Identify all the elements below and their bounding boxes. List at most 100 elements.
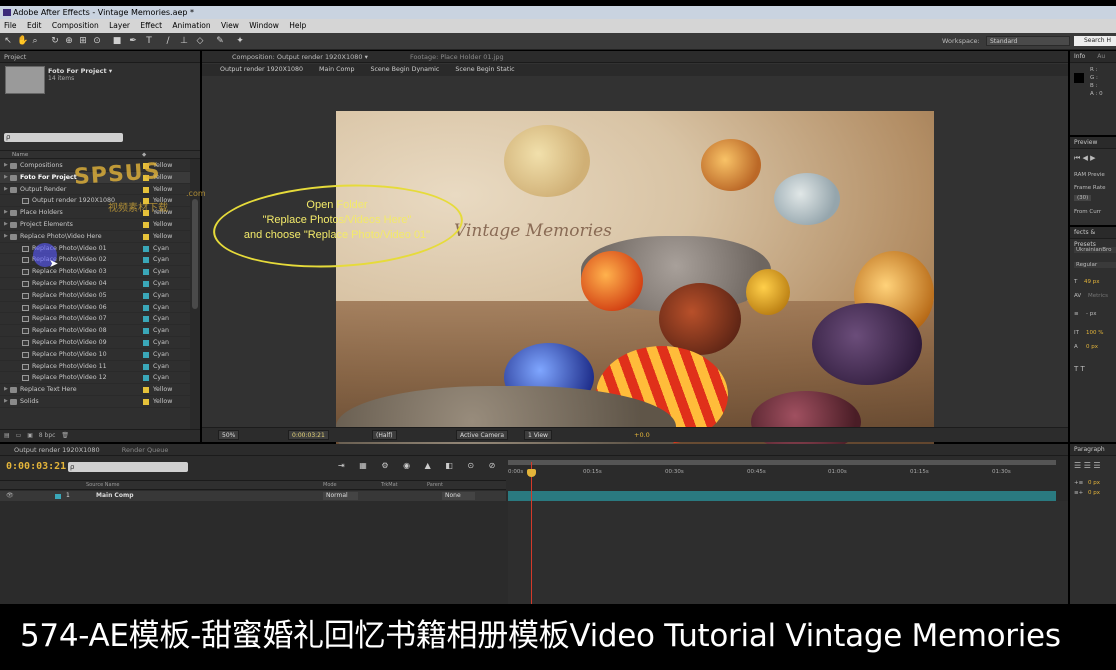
resolution-select[interactable]: (Half)	[372, 430, 397, 440]
label-color-swatch[interactable]	[143, 222, 149, 228]
expand-triangle-icon[interactable]: ▶	[4, 396, 8, 408]
work-area-bar[interactable]	[508, 460, 1056, 465]
label-color-swatch[interactable]	[143, 257, 149, 264]
type-tool-icon[interactable]: T	[144, 36, 154, 46]
menu-view[interactable]: View	[217, 19, 243, 33]
expand-triangle-icon[interactable]: ▶	[4, 160, 8, 172]
project-comp-row[interactable]: Replace Photo\Video 03 Cyan	[0, 266, 190, 278]
tab-footage[interactable]: Footage: Place Holder 01.jpg	[370, 53, 504, 61]
expand-triangle-icon[interactable]: ▶	[4, 172, 8, 184]
timeline-switch-icons[interactable]: ⇥ ▦ ⚙ ◉ ▲ ◧ ⊙ ⊘ ▭	[338, 461, 523, 470]
timeline-search-input[interactable]: ρ	[68, 462, 188, 472]
hand-tool-icon[interactable]: ✋	[17, 36, 28, 46]
timeline-current-time[interactable]: 0:00:03:21	[6, 461, 66, 472]
selection-tool-icon[interactable]: ↖	[3, 36, 13, 46]
camera-tool-icon[interactable]: ⊕	[64, 36, 74, 46]
bpc-toggle[interactable]: 8 bpc	[35, 432, 56, 439]
camera-select[interactable]: Active Camera	[456, 430, 509, 440]
crumb-scene-begin-static[interactable]: Scene Begin Static	[441, 66, 514, 73]
font-family-select[interactable]: UkrainianBro	[1074, 247, 1116, 253]
project-comp-row[interactable]: Replace Photo\Video 09 Cyan	[0, 337, 190, 349]
baseline-value[interactable]: 0 px	[1086, 344, 1098, 350]
menu-edit[interactable]: Edit	[23, 19, 46, 33]
zoom-tool-icon[interactable]: ⌕	[30, 36, 40, 46]
font-size-value[interactable]: 49 px	[1084, 279, 1100, 285]
name-column-header[interactable]: Name	[0, 152, 28, 158]
project-comp-row[interactable]: Replace Photo\Video 08 Cyan	[0, 325, 190, 337]
expand-triangle-icon[interactable]: ▶	[4, 219, 8, 231]
crumb-scene-begin-dynamic[interactable]: Scene Begin Dynamic	[356, 66, 439, 73]
layer-parent-select[interactable]: None	[442, 492, 475, 500]
label-color-swatch[interactable]	[143, 245, 149, 252]
rotate-tool-icon[interactable]: ↻	[50, 36, 60, 46]
project-folder-row[interactable]: ▶ Solids Yellow	[0, 396, 190, 408]
label-color-swatch[interactable]	[143, 328, 149, 335]
menu-composition[interactable]: Composition	[48, 19, 103, 33]
layer-label-swatch[interactable]	[55, 494, 61, 499]
mode-header[interactable]: Mode	[323, 481, 337, 490]
view-layout-select[interactable]: 1 View	[524, 430, 552, 440]
label-color-swatch[interactable]	[143, 233, 149, 240]
menu-file[interactable]: File	[0, 19, 21, 33]
label-color-swatch[interactable]	[143, 387, 149, 394]
project-folder-row[interactable]: ▶ Replace Text Here Yellow	[0, 384, 190, 396]
menu-animation[interactable]: Animation	[168, 19, 214, 33]
brush-tool-icon[interactable]: ∕	[163, 36, 173, 46]
tab-composition[interactable]: Composition: Output render 1920X1080 ▾	[202, 53, 368, 61]
project-comp-row[interactable]: Replace Photo\Video 05 Cyan	[0, 290, 190, 302]
frame-rate-select[interactable]: (30)	[1074, 195, 1092, 201]
from-current-checkbox[interactable]: From Curr	[1074, 209, 1101, 215]
menu-help[interactable]: Help	[285, 19, 310, 33]
effects-presets-tab[interactable]: fects & Presets	[1070, 227, 1116, 248]
playhead-handle[interactable]	[527, 469, 536, 477]
project-comp-row[interactable]: Replace Photo\Video 12 Cyan	[0, 372, 190, 385]
timeline-ruler[interactable]: 0:00s 00:15s 00:30s 00:45s 01:00s 01:15s…	[508, 458, 1056, 490]
preview-tab[interactable]: Preview	[1070, 137, 1116, 149]
font-style-select[interactable]: Regular	[1074, 262, 1116, 268]
paragraph-tab[interactable]: Paragraph	[1070, 444, 1116, 456]
label-color-swatch[interactable]	[143, 304, 149, 311]
tracking-value[interactable]: Metrics	[1088, 293, 1108, 299]
label-color-swatch[interactable]	[143, 269, 149, 276]
source-name-header[interactable]: Source Name	[86, 481, 120, 490]
project-search-input[interactable]: ρ	[4, 133, 123, 142]
project-folder-row[interactable]: ▶ Project Elements Yellow	[0, 219, 190, 231]
scale-value[interactable]: 100 %	[1086, 330, 1103, 336]
label-color-swatch[interactable]	[143, 399, 149, 405]
trkmat-header[interactable]: TrkMat	[381, 481, 398, 490]
new-folder-icon[interactable]: ▭	[12, 432, 22, 439]
puppet-tool-icon[interactable]: ✦	[235, 36, 245, 46]
mask-tool-icon[interactable]: ■	[112, 36, 122, 46]
pen-tool-icon[interactable]: ✒	[128, 36, 138, 46]
timeline-layer-row[interactable]: 👁 1 Main Comp Normal None	[0, 491, 506, 501]
clone-tool-icon[interactable]: ⊥	[179, 36, 189, 46]
stroke-value[interactable]: - px	[1086, 311, 1096, 317]
visibility-eye-icon[interactable]: 👁	[6, 491, 14, 501]
label-color-swatch[interactable]	[143, 186, 149, 193]
audio-tab-label[interactable]: Au	[1087, 53, 1105, 60]
expand-triangle-icon[interactable]: ▶	[4, 384, 8, 396]
search-help-input[interactable]: Search H	[1074, 36, 1116, 46]
tab-timeline-output-render[interactable]: Output render 1920X1080	[0, 446, 100, 454]
timeline-track-area[interactable]	[508, 501, 1068, 604]
project-comp-row[interactable]: Replace Photo\Video 07 Cyan	[0, 313, 190, 326]
info-tab[interactable]: Info Au	[1070, 51, 1116, 63]
label-color-swatch[interactable]	[143, 375, 149, 382]
label-color-swatch[interactable]	[143, 316, 149, 323]
project-comp-row[interactable]: Replace Photo\Video 10 Cyan	[0, 349, 190, 361]
new-comp-icon[interactable]: ▣	[23, 432, 33, 439]
align-buttons-icon[interactable]: ☰ ☰ ☰	[1074, 461, 1101, 470]
label-column-icon[interactable]: ◆	[142, 151, 146, 159]
indent-left-value[interactable]: 0 px	[1088, 480, 1100, 486]
project-comp-row[interactable]: Replace Photo\Video 06 Cyan	[0, 302, 190, 314]
project-comp-row[interactable]: Replace Photo\Video 02 Cyan	[0, 254, 190, 267]
expand-triangle-icon[interactable]: ▶	[4, 184, 8, 196]
eraser-tool-icon[interactable]: ◇	[195, 36, 205, 46]
menu-layer[interactable]: Layer	[105, 19, 134, 33]
project-comp-row[interactable]: Replace Photo\Video 04 Cyan	[0, 278, 190, 290]
label-color-swatch[interactable]	[143, 292, 149, 299]
project-comp-row[interactable]: Replace Photo\Video 01 Cyan	[0, 243, 190, 255]
text-style-buttons-icon[interactable]: T T	[1074, 365, 1085, 373]
menu-effect[interactable]: Effect	[136, 19, 166, 33]
roto-brush-tool-icon[interactable]: ✎	[215, 36, 225, 46]
